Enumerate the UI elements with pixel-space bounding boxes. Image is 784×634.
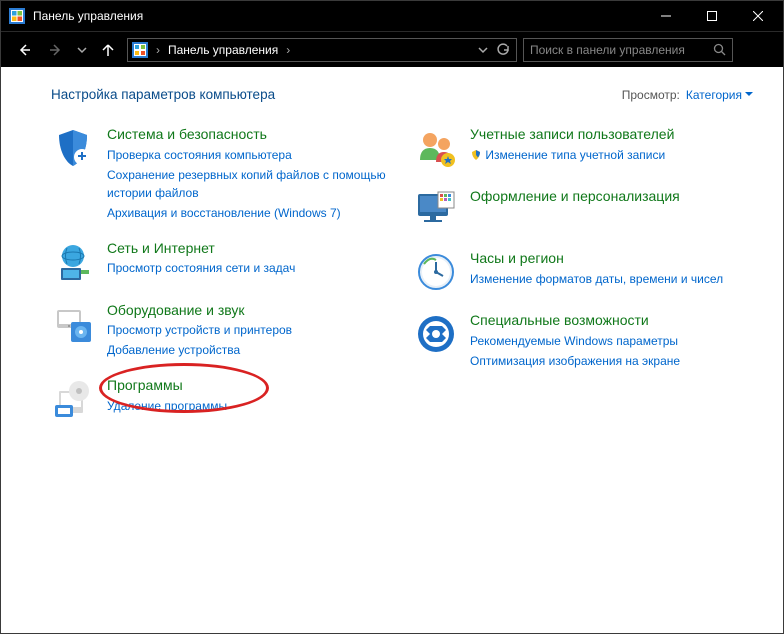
category-title[interactable]: Система и безопасность (107, 126, 390, 144)
shield-icon (51, 126, 95, 170)
category-system-security: Система и безопасность Проверка состояни… (51, 126, 390, 222)
search-icon (713, 43, 726, 56)
breadcrumb-separator[interactable]: › (152, 43, 164, 57)
category-appearance: Оформление и персонализация (414, 188, 753, 232)
search-input[interactable] (530, 43, 713, 57)
task-link[interactable]: Рекомендуемые Windows параметры (470, 332, 680, 350)
breadcrumb-separator[interactable]: › (282, 43, 294, 57)
task-link[interactable]: Изменение форматов даты, времени и чисел (470, 270, 723, 288)
task-link[interactable]: Добавление устройства (107, 341, 292, 359)
maximize-button[interactable] (689, 1, 735, 31)
category-title[interactable]: Часы и регион (470, 250, 723, 268)
breadcrumb-root[interactable]: Панель управления (168, 43, 278, 57)
programs-icon (51, 377, 95, 421)
view-by-label: Просмотр: (622, 88, 680, 102)
uac-shield-icon (470, 149, 482, 161)
ease-of-access-icon (414, 312, 458, 356)
close-button[interactable] (735, 1, 781, 31)
chevron-down-icon (745, 92, 753, 97)
titlebar: Панель управления (1, 1, 783, 31)
page-title: Настройка параметров компьютера (51, 87, 622, 102)
forward-button[interactable] (43, 37, 69, 63)
address-bar[interactable]: › Панель управления › (127, 38, 517, 62)
control-panel-icon (132, 42, 148, 58)
task-link[interactable]: Архивация и восстановление (Windows 7) (107, 204, 390, 222)
category-title[interactable]: Учетные записи пользователей (470, 126, 674, 144)
task-link[interactable]: Изменение типа учетной записи (470, 146, 674, 164)
task-link[interactable]: Оптимизация изображения на экране (470, 352, 680, 370)
category-columns: Система и безопасность Проверка состояни… (51, 126, 753, 421)
left-column: Система и безопасность Проверка состояни… (51, 126, 390, 421)
recent-locations-button[interactable] (75, 37, 89, 63)
category-user-accounts: Учетные записи пользователей Изменение т… (414, 126, 753, 170)
back-button[interactable] (11, 37, 37, 63)
clock-icon (414, 250, 458, 294)
window-title: Панель управления (33, 9, 643, 23)
category-title[interactable]: Программы (107, 377, 227, 395)
task-link[interactable]: Просмотр состояния сети и задач (107, 259, 295, 277)
up-button[interactable] (95, 37, 121, 63)
network-icon (51, 240, 95, 284)
address-history-button[interactable] (474, 37, 492, 63)
category-ease-of-access: Специальные возможности Рекомендуемые Wi… (414, 312, 753, 370)
refresh-button[interactable] (494, 37, 512, 63)
category-network: Сеть и Интернет Просмотр состояния сети … (51, 240, 390, 284)
view-by-dropdown[interactable]: Категория (686, 88, 753, 102)
category-programs: Программы Удаление программы (51, 377, 390, 421)
page-header: Настройка параметров компьютера Просмотр… (51, 87, 753, 102)
navigation-bar: › Панель управления › (1, 31, 783, 67)
hardware-icon (51, 302, 95, 346)
category-title[interactable]: Сеть и Интернет (107, 240, 295, 258)
task-link[interactable]: Проверка состояния компьютера (107, 146, 390, 164)
user-accounts-icon (414, 126, 458, 170)
content-area: Настройка параметров компьютера Просмотр… (1, 67, 783, 633)
appearance-icon (414, 188, 458, 232)
category-clock-region: Часы и регион Изменение форматов даты, в… (414, 250, 753, 294)
right-column: Учетные записи пользователей Изменение т… (414, 126, 753, 421)
control-panel-window: Панель управления › Панель управления › (0, 0, 784, 634)
search-box[interactable] (523, 38, 733, 62)
view-by: Просмотр: Категория (622, 88, 753, 102)
task-link[interactable]: Сохранение резервных копий файлов с помо… (107, 166, 390, 202)
task-link[interactable]: Просмотр устройств и принтеров (107, 321, 292, 339)
control-panel-icon (9, 8, 25, 24)
minimize-button[interactable] (643, 1, 689, 31)
task-link-uninstall[interactable]: Удаление программы (107, 397, 227, 415)
category-title[interactable]: Оборудование и звук (107, 302, 292, 320)
category-hardware: Оборудование и звук Просмотр устройств и… (51, 302, 390, 360)
category-title[interactable]: Специальные возможности (470, 312, 680, 330)
category-title[interactable]: Оформление и персонализация (470, 188, 680, 206)
